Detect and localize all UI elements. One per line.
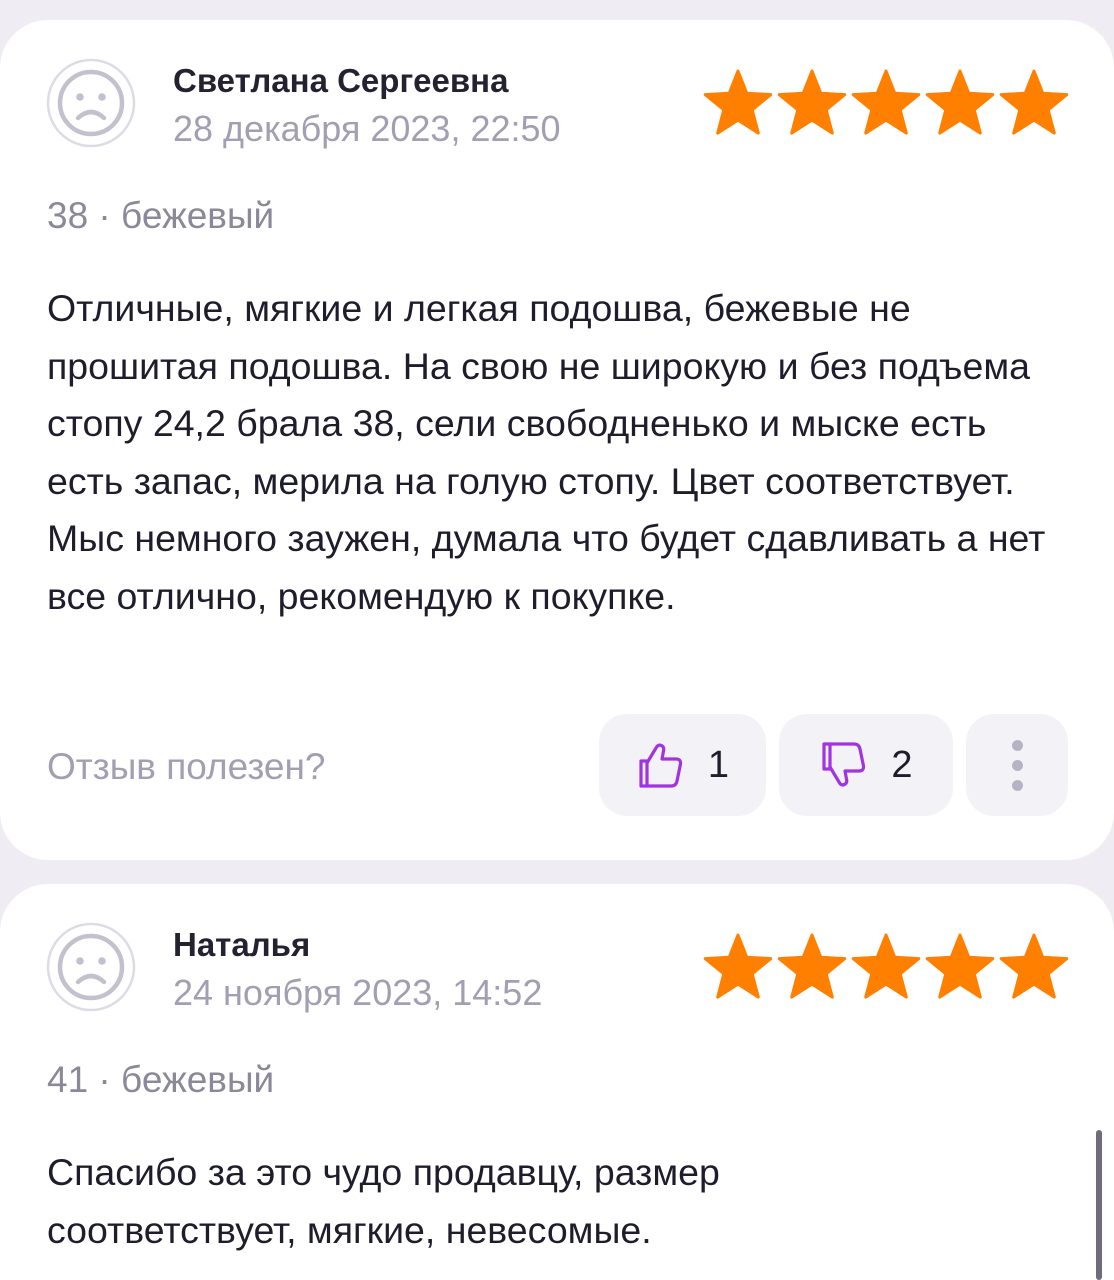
review-text: Отличные, мягкие и легкая подошва, бежев… bbox=[47, 287, 1046, 617]
product-variant: 41 · бежевый bbox=[47, 1059, 275, 1100]
star-icon bbox=[925, 933, 995, 999]
scrollbar[interactable] bbox=[1096, 1130, 1102, 1280]
avatar-placeholder-icon bbox=[46, 58, 136, 148]
star-icon bbox=[851, 69, 921, 135]
star-icon bbox=[777, 933, 847, 999]
star-icon bbox=[925, 69, 995, 135]
star-icon bbox=[703, 933, 773, 999]
author-name: Наталья bbox=[173, 926, 311, 963]
more-vertical-icon bbox=[1011, 739, 1023, 751]
dislike-count: 2 bbox=[891, 743, 913, 786]
helpful-question: Отзыв полезен? bbox=[47, 746, 326, 787]
product-variant: 38 · бежевый bbox=[47, 195, 275, 236]
like-button[interactable]: 1 bbox=[599, 714, 766, 816]
rating-stars bbox=[702, 68, 1070, 138]
star-icon bbox=[777, 69, 847, 135]
review-card: Светлана Сергеевна 28 декабря 2023, 22:5… bbox=[0, 20, 1114, 860]
rating-stars bbox=[702, 932, 1070, 1002]
reviews-page: Светлана Сергеевна 28 декабря 2023, 22:5… bbox=[0, 0, 1114, 1280]
dislike-button[interactable]: 2 bbox=[779, 714, 953, 816]
review-date: 28 декабря 2023, 22:50 bbox=[173, 108, 561, 149]
like-count: 1 bbox=[707, 743, 730, 786]
review-date: 24 ноября 2023, 14:52 bbox=[173, 972, 543, 1013]
star-icon bbox=[999, 69, 1069, 135]
avatar-placeholder-icon bbox=[46, 922, 136, 1012]
star-icon bbox=[851, 933, 921, 999]
author-name: Светлана Сергеевна bbox=[173, 62, 509, 99]
more-options-button[interactable] bbox=[966, 714, 1068, 816]
star-icon bbox=[703, 69, 773, 135]
thumbs-up-icon bbox=[639, 743, 683, 788]
review-text: Спасибо за это чудо продавцу, размер соо… bbox=[47, 1151, 720, 1251]
review-card: Наталья 24 ноября 2023, 14:52 41 · бежев… bbox=[0, 884, 1114, 1280]
star-icon bbox=[999, 933, 1069, 999]
thumbs-down-icon bbox=[822, 742, 866, 787]
